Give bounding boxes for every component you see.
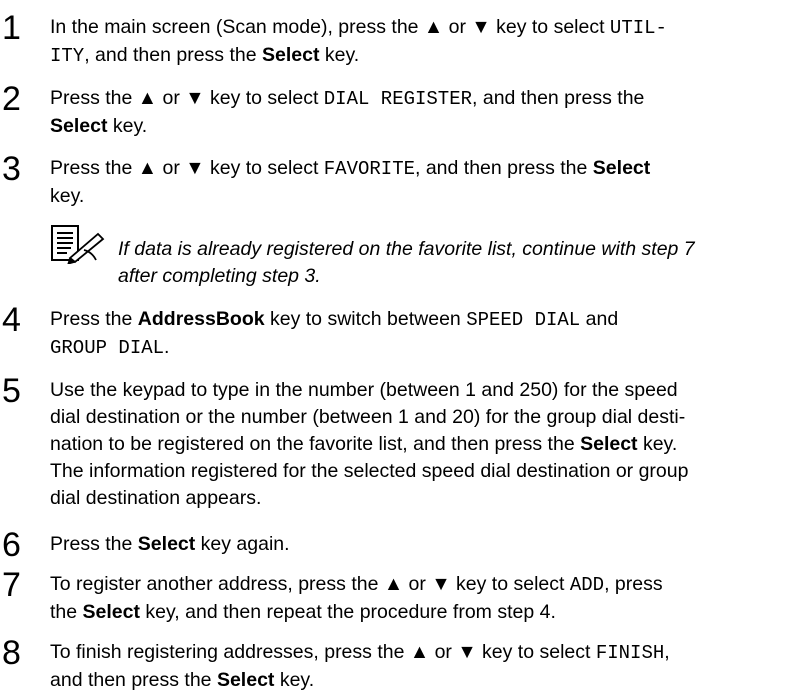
step-text-run: Press the ▲ or ▼ key to select <box>50 87 324 109</box>
step-text-run: The information registered for the selec… <box>50 460 689 482</box>
note-callout: If data is already registered on the fav… <box>50 224 809 287</box>
step-text-run: , and then press the <box>472 87 645 109</box>
key-name: Select <box>137 533 196 555</box>
step-text-run: the <box>50 601 83 623</box>
step-number: 5 <box>2 372 21 410</box>
step-text-run: key. <box>637 433 678 455</box>
step-text: Press the ▲ or ▼ key to select DIAL REGI… <box>50 85 809 140</box>
step-text-run: key, and then repeat the procedure from … <box>139 601 556 623</box>
step-text-run: To finish registering addresses, press t… <box>50 641 596 663</box>
key-name: Select <box>580 433 638 455</box>
step-text-run: dial destination or the number (between … <box>50 406 686 428</box>
step-text-run: , press <box>604 573 663 595</box>
step-text-run: , and then press the <box>84 44 263 66</box>
step-text-run: key again. <box>195 533 290 555</box>
step-text-run: Use the keypad to type in the number (be… <box>50 379 678 401</box>
step-text-run: and <box>580 308 619 330</box>
step-number: 7 <box>2 566 21 604</box>
step-text-run: Press the <box>50 533 138 555</box>
step-text: Press the Select key again. <box>50 531 809 558</box>
step-text-run: In the main screen (Scan mode), press th… <box>50 16 610 38</box>
note-line: If data is already registered on the fav… <box>118 238 695 260</box>
step-text-run: key. <box>319 44 360 66</box>
note-line: after completing step 3. <box>118 265 321 287</box>
step-text: To register another address, press the ▲… <box>50 571 809 626</box>
step-text-run: and then press the <box>50 669 217 691</box>
key-name: Select <box>82 601 140 623</box>
step-number: 4 <box>2 301 21 339</box>
step-text-run: Press the ▲ or ▼ key to select <box>50 157 324 179</box>
step-text: Press the AddressBook key to switch betw… <box>50 306 809 362</box>
display-text: DIAL REGISTER <box>323 88 473 110</box>
instruction-page: 1 In the main screen (Scan mode), press … <box>0 0 809 694</box>
display-text: FINISH <box>595 642 665 664</box>
step-text: Use the keypad to type in the number (be… <box>50 377 809 512</box>
step-number: 8 <box>2 634 21 672</box>
key-name: Select <box>216 669 275 691</box>
display-text: SPEED DIAL <box>466 309 581 331</box>
step-text-run: key. <box>107 115 148 137</box>
step-text: To finish registering addresses, press t… <box>50 639 809 694</box>
display-text: FAVORITE <box>323 158 415 180</box>
note-pad-pencil-icon <box>51 225 105 264</box>
note-text: If data is already registered on the fav… <box>118 236 695 290</box>
step-text-run: dial destination appears. <box>50 487 262 509</box>
key-name: Select <box>50 115 108 137</box>
step-text-run: , <box>664 641 670 663</box>
step-text-run: , and then press the <box>415 157 593 179</box>
step-text-run: . <box>164 336 170 358</box>
display-text: ITY <box>50 45 85 67</box>
display-text: ADD <box>569 574 605 596</box>
step-text-run: To register another address, press the ▲… <box>50 573 570 595</box>
key-name: Select <box>592 157 651 179</box>
display-text: GROUP DIAL <box>50 337 165 359</box>
key-name: AddressBook <box>137 308 265 330</box>
step-text-run: key. <box>50 185 85 207</box>
step-text-run: key to switch between <box>264 308 467 330</box>
step-text: In the main screen (Scan mode), press th… <box>50 14 809 70</box>
step-number: 6 <box>2 526 21 564</box>
step-text-run: nation to be registered on the favorite … <box>50 433 581 455</box>
display-text: UTIL- <box>609 17 667 39</box>
step-number: 3 <box>2 150 21 188</box>
key-name: Select <box>262 44 320 66</box>
step-text: Press the ▲ or ▼ key to select FAVORITE,… <box>50 155 809 210</box>
step-number: 2 <box>2 80 21 118</box>
step-number: 1 <box>2 9 21 47</box>
step-text-run: Press the <box>50 308 138 330</box>
step-text-run: key. <box>274 669 315 691</box>
